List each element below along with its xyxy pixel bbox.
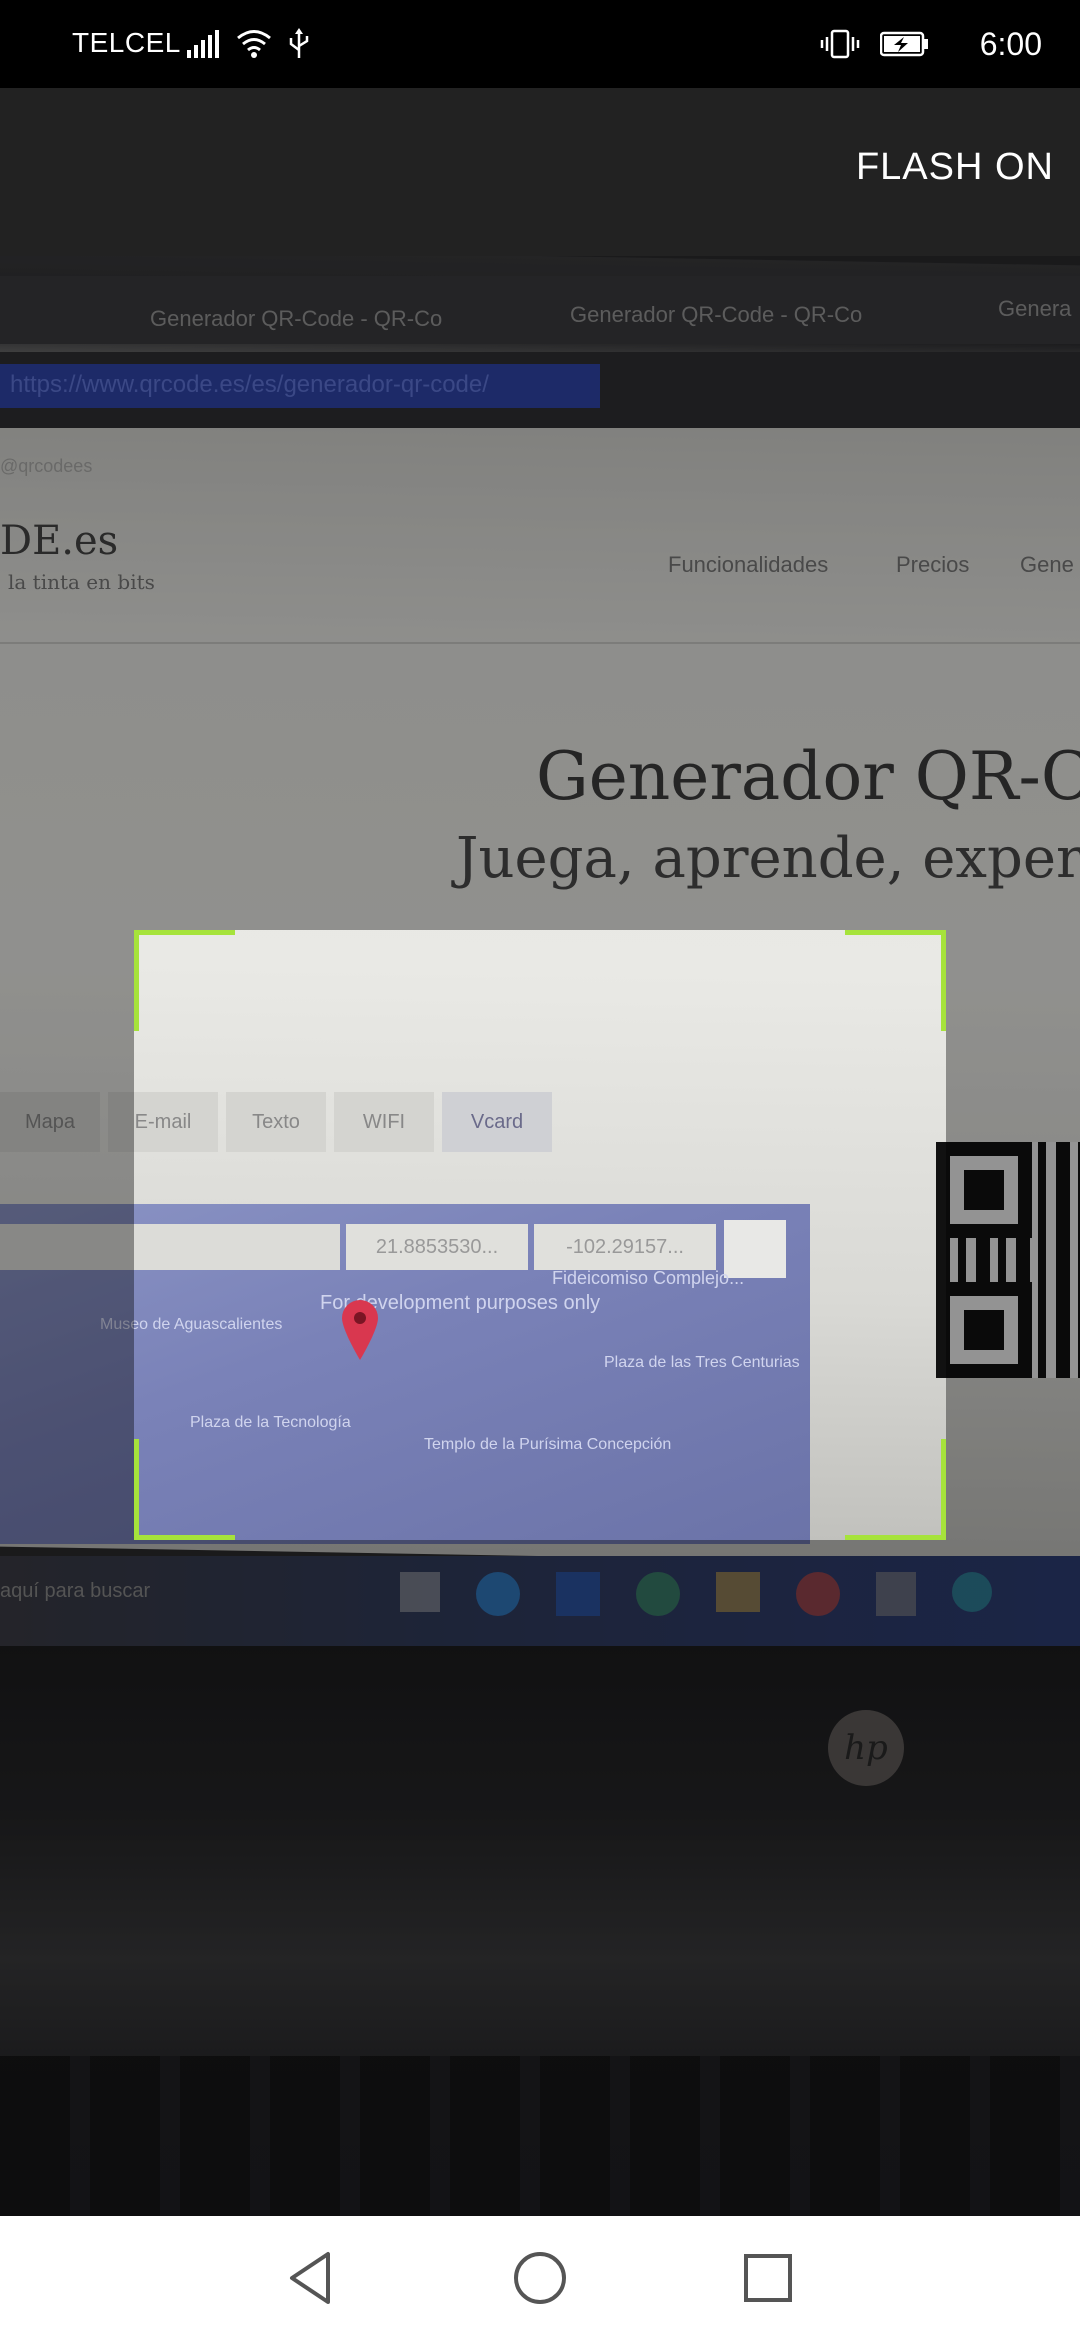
- camera-preview[interactable]: Generador QR-Code - QR-Co Generador QR-C…: [0, 256, 1080, 2216]
- viewfinder-corner: [845, 1439, 946, 1540]
- clock: 6:00: [979, 26, 1042, 62]
- flash-toggle-button[interactable]: FLASH ON: [856, 146, 1054, 189]
- status-icons-right: [820, 26, 930, 62]
- system-nav-bar: [0, 2216, 1080, 2340]
- recents-icon[interactable]: [738, 2248, 798, 2308]
- scan-dim-top: [0, 256, 1080, 930]
- viewfinder-corner: [845, 930, 946, 1031]
- usb-icon: [289, 28, 309, 58]
- scan-dim-left: [0, 930, 134, 1540]
- viewfinder-corner: [134, 1439, 235, 1540]
- top-app-bar: FLASH ON: [0, 88, 1080, 256]
- back-icon[interactable]: [282, 2248, 342, 2308]
- carrier-name: TELCEL: [72, 27, 181, 58]
- status-icons-left: [186, 26, 310, 62]
- scan-dim-right: [946, 930, 1080, 1540]
- wifi-icon: [237, 30, 271, 58]
- signal-icon: [187, 30, 219, 58]
- status-bar: TELCEL 6:00: [0, 0, 1080, 88]
- scan-viewfinder: [134, 930, 946, 1540]
- vibrate-icon: [820, 29, 860, 59]
- battery-charging-icon: [880, 31, 928, 57]
- scan-dim-bottom: [0, 1540, 1080, 2216]
- viewfinder-corner: [134, 930, 235, 1031]
- home-icon[interactable]: [510, 2248, 570, 2308]
